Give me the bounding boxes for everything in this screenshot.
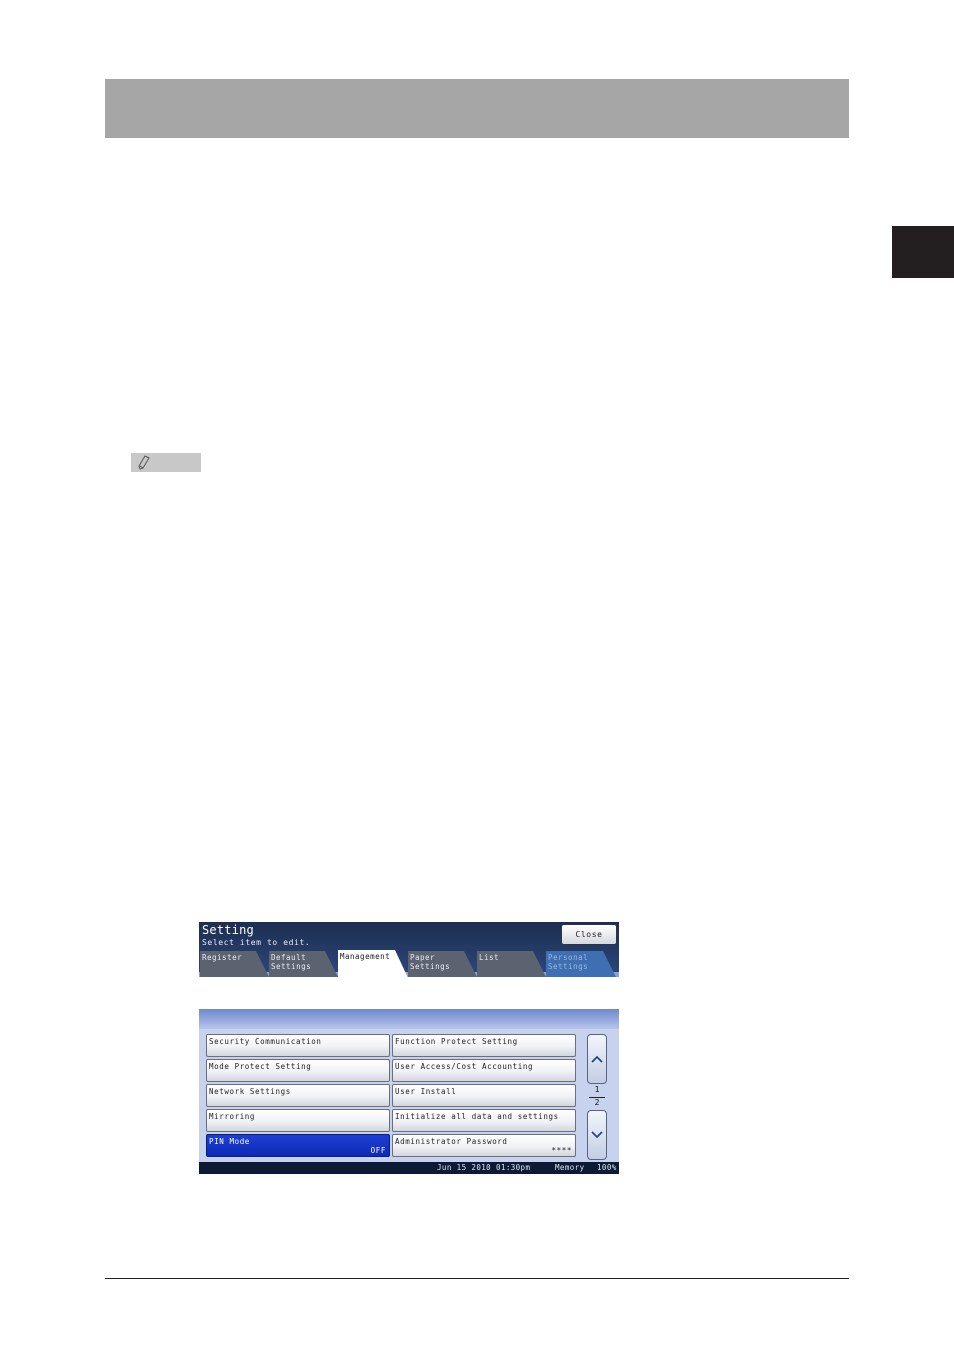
pin-mode-value: OFF — [370, 1146, 386, 1155]
tab-personal-settings-label-line1: Personal — [548, 953, 589, 962]
tab-default-settings-label-line2: Settings — [271, 962, 312, 971]
administrator-password-value: **** — [551, 1146, 572, 1155]
button-label: Network Settings — [209, 1087, 291, 1096]
scroll-down-button[interactable] — [587, 1110, 607, 1160]
administrator-password-button[interactable]: Administrator Password **** — [392, 1134, 576, 1157]
pin-mode-button[interactable]: PIN Mode OFF — [206, 1134, 390, 1157]
status-bar: Jun 15 2010 01:30pm Memory 100% — [199, 1162, 619, 1174]
button-label: Security Communication — [209, 1037, 322, 1046]
button-label: Mode Protect Setting — [209, 1062, 312, 1071]
button-label: Function Protect Setting — [395, 1037, 518, 1046]
footer-rule — [105, 1278, 849, 1279]
mode-protect-setting-button[interactable]: Mode Protect Setting — [206, 1059, 390, 1082]
tab-register-label: Register — [202, 953, 243, 962]
section-header-bar — [105, 79, 849, 138]
tab-paper-settings-label-line2: Settings — [410, 962, 451, 971]
page-current: 1 — [594, 1085, 600, 1094]
chapter-side-tab — [892, 226, 954, 278]
screen-subtitle: Select item to edit. — [202, 938, 311, 947]
mirroring-button[interactable]: Mirroring — [206, 1109, 390, 1132]
tab-management-label: Management — [340, 952, 391, 961]
user-access-cost-accounting-button[interactable]: User Access/Cost Accounting — [392, 1059, 576, 1082]
pencil-icon — [138, 455, 150, 470]
note-badge — [131, 453, 201, 472]
status-memory-label: Memory — [555, 1163, 585, 1172]
chevron-up-icon — [591, 1055, 603, 1063]
tab-paper-settings-label-line1: Paper — [410, 953, 436, 962]
message-strip — [199, 1009, 619, 1029]
device-settings-screen: Setting Select item to edit. Close Regis… — [199, 922, 619, 1174]
message-area — [199, 977, 619, 1009]
scroll-up-button[interactable] — [587, 1034, 607, 1084]
button-label: Mirroring — [209, 1112, 256, 1121]
button-label: Administrator Password — [395, 1137, 508, 1146]
chevron-down-icon — [591, 1131, 603, 1139]
tab-list-label: List — [479, 953, 500, 962]
screen-title: Setting — [202, 923, 254, 937]
button-label: User Install — [395, 1087, 457, 1096]
status-memory-value: 100% — [597, 1163, 617, 1172]
button-label: User Access/Cost Accounting — [395, 1062, 534, 1071]
network-settings-button[interactable]: Network Settings — [206, 1084, 390, 1107]
initialize-all-data-button[interactable]: Initialize all data and settings — [392, 1109, 576, 1132]
page-total: 2 — [594, 1098, 600, 1107]
tab-default-settings-label-line1: Default — [271, 953, 307, 962]
function-protect-setting-button[interactable]: Function Protect Setting — [392, 1034, 576, 1057]
button-label: PIN Mode — [209, 1137, 250, 1146]
user-install-button[interactable]: User Install — [392, 1084, 576, 1107]
button-label: Initialize all data and settings — [395, 1112, 559, 1121]
close-button[interactable]: Close — [561, 924, 617, 945]
status-datetime: Jun 15 2010 01:30pm — [437, 1163, 531, 1172]
security-communication-button[interactable]: Security Communication — [206, 1034, 390, 1057]
tab-personal-settings-label-line2: Settings — [548, 962, 589, 971]
